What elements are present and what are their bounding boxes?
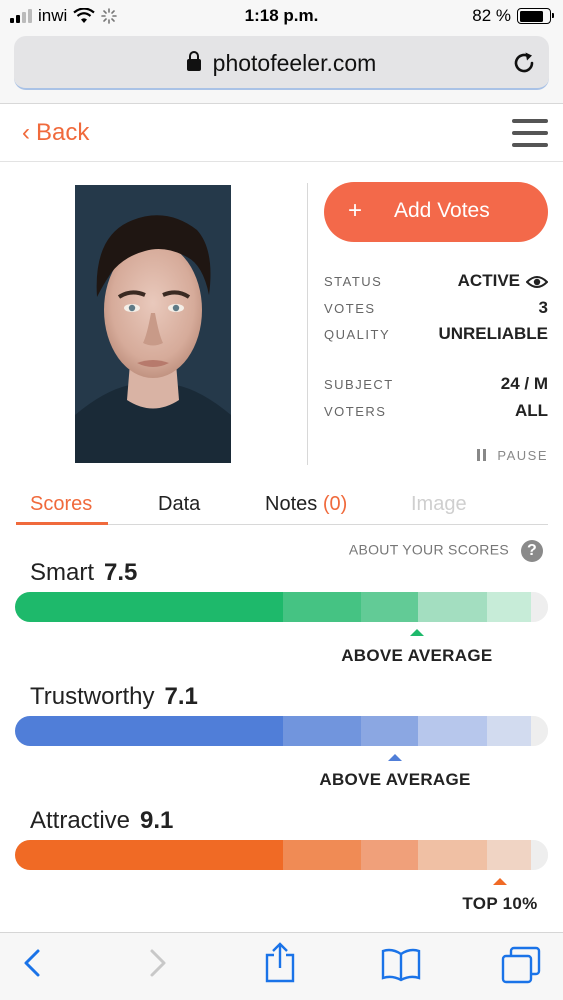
score-bar-segment xyxy=(418,592,487,622)
score-bar-segment xyxy=(487,592,531,622)
tabs-icon[interactable] xyxy=(500,945,542,985)
nav-header: ‹ Back xyxy=(0,105,563,162)
notes-count: (0) xyxy=(322,493,348,515)
score-bar-segment xyxy=(361,840,418,870)
score-bar-segment xyxy=(531,840,548,870)
back-button[interactable]: ‹ Back xyxy=(22,119,89,147)
share-icon[interactable] xyxy=(263,941,297,985)
score-bar-segment xyxy=(361,592,418,622)
bookmarks-icon[interactable] xyxy=(380,946,422,982)
score-bar-smart xyxy=(15,592,548,622)
tab-image: Image xyxy=(411,493,467,515)
score-value: 7.1 xyxy=(164,683,198,710)
score-bar-segment xyxy=(15,592,283,622)
browser-chrome: photofeeler.com xyxy=(0,32,563,104)
info-value: 3 xyxy=(538,298,548,317)
score-bar-segment xyxy=(361,716,418,746)
browser-back-icon[interactable] xyxy=(20,945,44,981)
score-name: Attractive xyxy=(30,807,131,834)
about-scores-label: ABOUT YOUR SCORES xyxy=(348,541,509,558)
score-marker-attractive xyxy=(493,878,508,885)
address-bar[interactable]: photofeeler.com xyxy=(14,36,549,90)
score-bar-segment xyxy=(487,716,531,746)
browser-toolbar xyxy=(0,932,563,1000)
back-label: Back xyxy=(36,119,90,146)
score-bar-segment xyxy=(418,840,487,870)
info-value: ALL xyxy=(514,401,548,420)
active-tab-indicator xyxy=(16,522,108,525)
score-level-attractive: TOP 10% xyxy=(462,894,538,913)
score-bar-segment xyxy=(531,716,548,746)
info-value: 24 / M xyxy=(500,374,548,393)
score-bar-segment xyxy=(283,716,361,746)
tab-notes[interactable]: Notes (0) xyxy=(265,493,347,516)
score-bar-segment xyxy=(531,592,548,622)
score-title-trustworthy: Trustworthy 7.1 xyxy=(30,683,198,711)
url-text: photofeeler.com xyxy=(212,50,377,76)
chevron-left-icon: ‹ xyxy=(22,119,30,146)
pause-label: PAUSE xyxy=(497,448,548,463)
info-key: STATUS xyxy=(324,274,383,289)
score-marker-trustworthy xyxy=(388,754,403,761)
question-icon: ? xyxy=(521,540,543,562)
info-key: VOTERS xyxy=(324,404,387,419)
hamburger-menu-icon[interactable] xyxy=(512,119,548,147)
pause-icon xyxy=(477,449,489,464)
score-marker-smart xyxy=(409,629,424,636)
score-bar-segment xyxy=(15,840,283,870)
info-value: ACTIVE xyxy=(457,271,520,290)
status-bar: inwi 1:18 p.m. 82 % xyxy=(0,0,563,32)
info-key: QUALITY xyxy=(324,327,391,342)
tab-notes-label: Notes xyxy=(265,493,318,515)
reload-icon[interactable] xyxy=(511,50,537,76)
lock-icon xyxy=(186,51,201,71)
eye-icon xyxy=(526,275,548,288)
score-bar-segment xyxy=(487,840,531,870)
battery-icon xyxy=(517,8,554,24)
about-scores-link[interactable]: ABOUT YOUR SCORES? xyxy=(349,540,543,562)
info-key: VOTES xyxy=(324,301,376,316)
score-bar-segment xyxy=(418,716,487,746)
plus-icon: + xyxy=(348,197,363,224)
tab-data[interactable]: Data xyxy=(158,493,200,516)
battery-percent: 82 % xyxy=(472,6,511,25)
vertical-divider xyxy=(307,183,308,465)
tab-scores[interactable]: Scores xyxy=(30,493,92,516)
score-title-smart: Smart 7.5 xyxy=(30,559,137,587)
tab-bar: Scores Data Notes (0) Image xyxy=(16,485,548,525)
browser-forward-icon[interactable] xyxy=(146,945,170,981)
profile-photo xyxy=(75,185,231,463)
score-bar-segment xyxy=(283,840,361,870)
score-name: Smart xyxy=(30,559,95,586)
pause-button[interactable]: PAUSE xyxy=(477,448,548,464)
add-votes-label: Add Votes xyxy=(394,199,490,222)
score-title-attractive: Attractive 9.1 xyxy=(30,807,173,835)
info-key: SUBJECT xyxy=(324,377,394,392)
score-bar-segment xyxy=(283,592,361,622)
score-bar-attractive xyxy=(15,840,548,870)
info-value: UNRELIABLE xyxy=(438,324,548,343)
score-name: Trustworthy xyxy=(30,683,155,710)
score-bar-segment xyxy=(15,716,283,746)
score-value: 9.1 xyxy=(140,807,174,834)
score-bar-trustworthy xyxy=(15,716,548,746)
add-votes-button[interactable]: + Add Votes xyxy=(324,182,548,242)
score-level-smart: ABOVE AVERAGE xyxy=(341,646,493,665)
score-level-trustworthy: ABOVE AVERAGE xyxy=(319,770,471,789)
score-value: 7.5 xyxy=(104,559,138,586)
